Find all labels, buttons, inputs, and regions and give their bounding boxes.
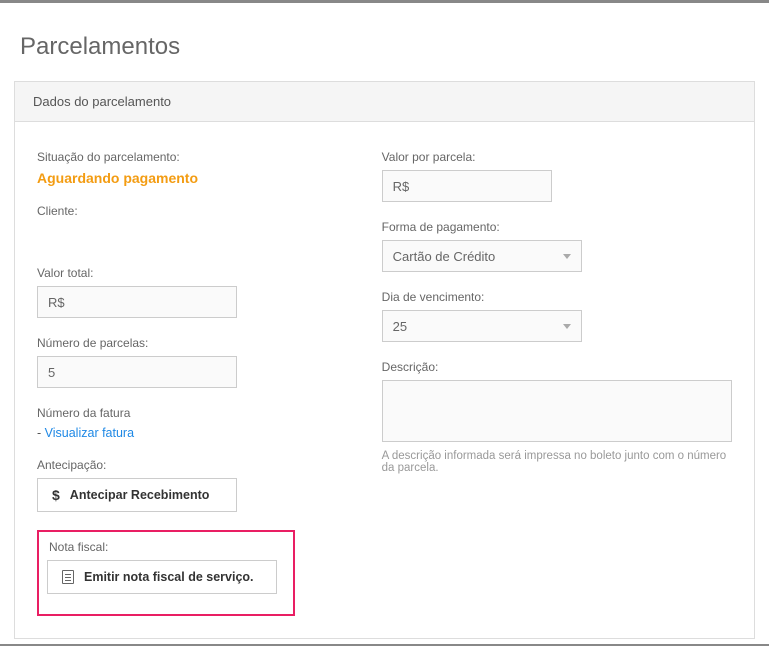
antecipacao-label: Antecipação: [37, 458, 342, 472]
document-icon [62, 570, 74, 584]
forma-pagamento-label: Forma de pagamento: [382, 220, 732, 234]
num-parcelas-value: 5 [48, 365, 55, 380]
invoice-line: - Visualizar fatura [37, 426, 342, 440]
invoice-label: Número da fatura [37, 406, 342, 420]
currency-prefix: R$ [393, 179, 410, 194]
panel-body: Situação do parcelamento: Aguardando pag… [15, 122, 754, 638]
antecipar-button-label: Antecipar Recebimento [70, 488, 210, 502]
num-parcelas-input[interactable]: 5 [37, 356, 237, 388]
total-label: Valor total: [37, 266, 342, 280]
nota-fiscal-highlight: Nota fiscal: Emitir nota fiscal de servi… [37, 530, 295, 616]
dia-venc-select[interactable]: 25 [382, 310, 582, 342]
status-value: Aguardando pagamento [37, 170, 342, 186]
emitir-nota-button[interactable]: Emitir nota fiscal de serviço. [47, 560, 277, 594]
dia-venc-value: 25 [393, 319, 407, 334]
forma-pagamento-select[interactable]: Cartão de Crédito [382, 240, 582, 272]
dia-venc-label: Dia de vencimento: [382, 290, 732, 304]
valor-parcela-label: Valor por parcela: [382, 150, 732, 164]
descricao-help: A descrição informada será impressa no b… [382, 450, 732, 474]
client-label: Cliente: [37, 204, 342, 218]
descricao-label: Descrição: [382, 360, 732, 374]
column-right: Valor por parcela: R$ Forma de pagamento… [382, 150, 732, 616]
emitir-nota-button-label: Emitir nota fiscal de serviço. [84, 570, 254, 584]
chevron-down-icon [563, 254, 571, 259]
status-label: Situação do parcelamento: [37, 150, 342, 164]
antecipar-button[interactable]: $ Antecipar Recebimento [37, 478, 237, 512]
nota-fiscal-label: Nota fiscal: [49, 540, 285, 554]
total-input[interactable]: R$ [37, 286, 237, 318]
num-parcelas-label: Número de parcelas: [37, 336, 342, 350]
forma-pagamento-value: Cartão de Crédito [393, 249, 496, 264]
column-left: Situação do parcelamento: Aguardando pag… [37, 150, 342, 616]
valor-parcela-input[interactable]: R$ [382, 170, 552, 202]
currency-prefix: R$ [48, 295, 65, 310]
dollar-icon: $ [52, 487, 60, 503]
page-title: Parcelamentos [0, 3, 769, 81]
view-invoice-link[interactable]: Visualizar fatura [45, 426, 134, 440]
panel-header: Dados do parcelamento [15, 82, 754, 122]
invoice-sep: - [37, 426, 45, 440]
chevron-down-icon [563, 324, 571, 329]
descricao-textarea[interactable] [382, 380, 732, 442]
panel-parcelamento: Dados do parcelamento Situação do parcel… [14, 81, 755, 639]
